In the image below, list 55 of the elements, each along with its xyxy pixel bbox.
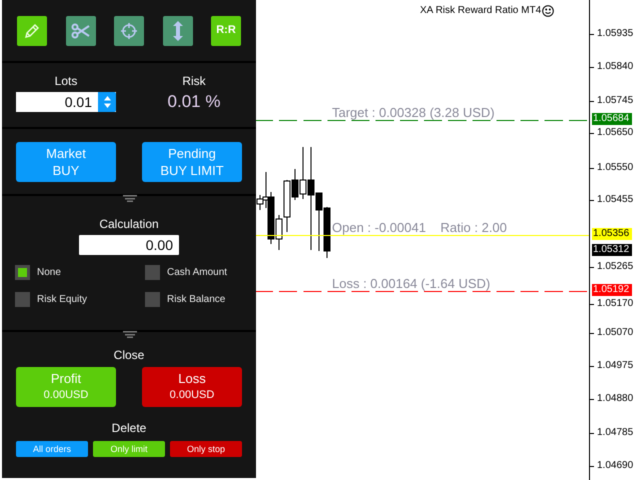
level-label: Target : 0.00328 (3.28 USD) [332, 106, 495, 119]
price-axis-label: 1.05265 [597, 261, 634, 273]
close-button[interactable]: Loss 0.00USD [142, 367, 242, 407]
price-axis-label: 1.05070 [597, 327, 634, 339]
vertical-arrows-icon [172, 20, 182, 40]
delete-button[interactable]: Only stop [170, 441, 242, 457]
price-axis-label: 1.05935 [597, 28, 634, 40]
lots-label: Lots [54, 73, 78, 89]
option-checkbox[interactable] [145, 292, 160, 307]
close-label: Close [114, 347, 144, 363]
price-axis-label: 1.04690 [597, 460, 634, 472]
scissors-icon [70, 22, 90, 38]
order-button[interactable]: Pending BUY LIMIT [142, 142, 242, 182]
price-axis-label: 1.04880 [597, 393, 634, 405]
crosshair-icon [120, 22, 138, 40]
price-axis-label: 1.05650 [597, 127, 634, 139]
chart-title: XA Risk Reward Ratio MT4 [420, 4, 542, 18]
close-button[interactable]: Profit 0.00USD [16, 367, 116, 407]
level-label: Open : -0.00041 Ratio : 2.00 [332, 221, 507, 234]
calculation-field[interactable]: 0.00 [79, 235, 179, 255]
option-checkbox[interactable] [15, 265, 30, 280]
spinner-arrows-icon [104, 96, 110, 108]
option-label: None [37, 266, 61, 280]
risk-value: 0.01 % [168, 91, 220, 113]
option-checkbox[interactable] [145, 265, 160, 280]
price-axis-label: 1.05170 [597, 298, 634, 310]
option-checkbox[interactable] [15, 292, 30, 307]
price-tag: 1.05192 [592, 284, 632, 296]
price-tag: 1.05684 [592, 113, 632, 125]
smiley-icon [542, 4, 554, 16]
order-button[interactable]: Market BUY [16, 142, 116, 182]
price-axis-label: 1.05550 [597, 162, 634, 174]
price-axis-label: 1.04975 [597, 360, 634, 372]
risk-label: Risk [182, 73, 206, 89]
price-tag: 1.05356 [592, 228, 632, 240]
price-axis-label: 1.05745 [597, 95, 634, 107]
risk-reward-button[interactable]: R:R [211, 16, 241, 46]
drag-handle-icon[interactable] [123, 195, 137, 202]
tool-button[interactable] [162, 16, 192, 46]
delete-button[interactable]: All orders [16, 441, 88, 457]
lots-spinner[interactable]: 0.01 [16, 92, 116, 112]
price-axis-label: 1.04785 [597, 427, 634, 439]
option-label: Risk Equity [37, 293, 88, 307]
delete-button[interactable]: Only limit [93, 441, 165, 457]
calculation-label: Calculation [99, 216, 159, 232]
price-axis-label: 1.05455 [597, 194, 634, 206]
option-label: Cash Amount [167, 266, 228, 280]
delete-label: Delete [112, 420, 146, 436]
option-label: Risk Balance [167, 293, 226, 307]
pencil-icon [23, 22, 41, 40]
price-tag: 1.05312 [592, 244, 632, 256]
drag-handle-icon[interactable] [123, 331, 137, 338]
price-axis-label: 1.05840 [597, 61, 634, 73]
level-label: Loss : 0.00164 (-1.64 USD) [332, 277, 490, 290]
tool-button[interactable] [66, 16, 96, 46]
